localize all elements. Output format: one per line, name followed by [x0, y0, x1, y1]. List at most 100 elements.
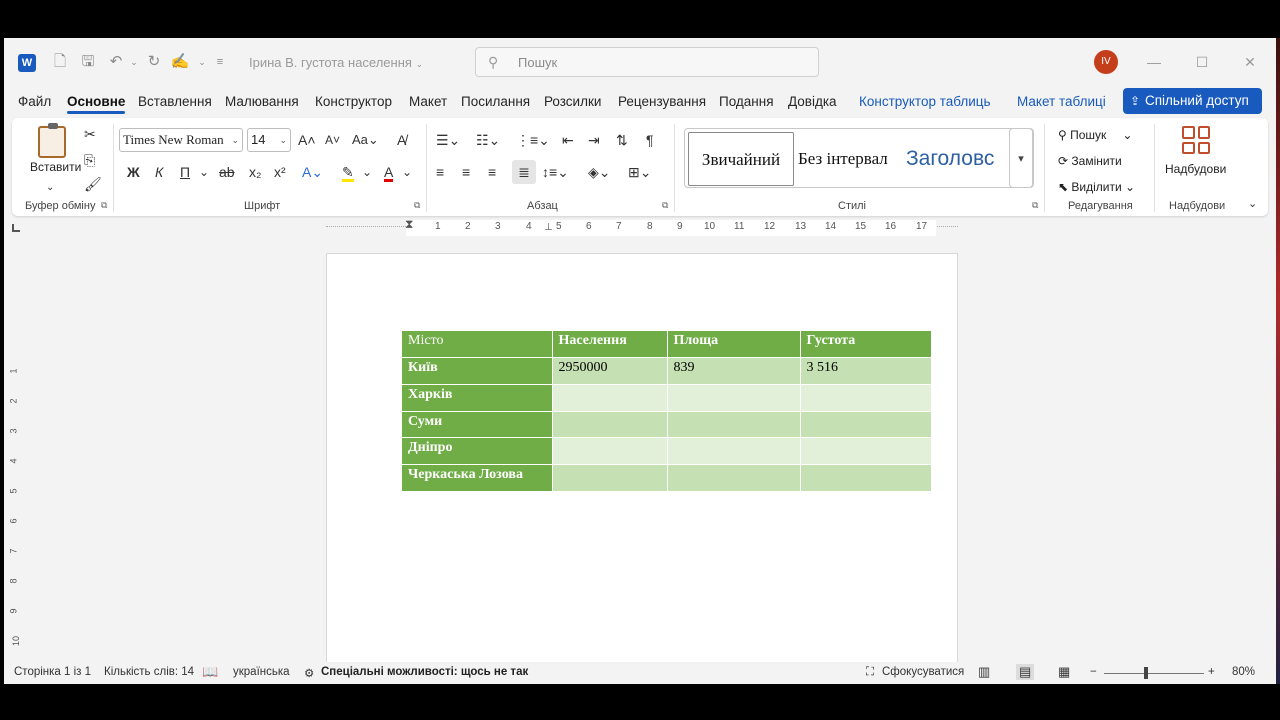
- shading-icon[interactable]: ◈⌄: [588, 162, 611, 182]
- select-button[interactable]: ⬉ Виділити ⌄: [1058, 180, 1135, 194]
- table-row-header[interactable]: Черкаська Лозова: [402, 464, 553, 492]
- document-title[interactable]: Ірина В. густота населення ⌄: [249, 55, 423, 70]
- styles-more-icon[interactable]: ▾: [1009, 128, 1033, 188]
- zoom-in-icon[interactable]: +: [1208, 666, 1215, 678]
- replace-button[interactable]: ⟳ Замінити: [1058, 154, 1122, 168]
- change-case-icon[interactable]: Aa⌄: [352, 130, 379, 150]
- bullets-icon[interactable]: ☰⌄: [436, 130, 460, 150]
- strikethrough-icon[interactable]: ab: [219, 162, 235, 182]
- indent-marker-icon[interactable]: ⧗: [405, 217, 413, 232]
- zoom-slider[interactable]: [1104, 673, 1204, 674]
- table-cell[interactable]: [552, 464, 668, 492]
- superscript-icon[interactable]: x²: [274, 162, 286, 182]
- style-heading[interactable]: Заголовс: [906, 132, 1010, 186]
- tab-table-layout[interactable]: Макет таблиці: [1017, 94, 1106, 109]
- multilevel-list-icon[interactable]: ⋮≡⌄: [516, 130, 550, 150]
- style-normal[interactable]: Звичайний: [688, 132, 794, 186]
- minimize-icon[interactable]: —: [1144, 52, 1164, 72]
- read-mode-icon[interactable]: ▥: [978, 664, 990, 680]
- shrink-font-icon[interactable]: A˅: [325, 130, 340, 150]
- align-left-icon[interactable]: ≡: [436, 162, 444, 182]
- bold-button[interactable]: Ж: [127, 162, 140, 182]
- borders-icon[interactable]: ⊞⌄: [628, 162, 651, 182]
- style-no-spacing[interactable]: Без інтервал: [798, 132, 902, 186]
- table-header-cell[interactable]: Населення: [552, 331, 668, 359]
- font-name-select[interactable]: Times New Roman ⌄: [119, 128, 243, 152]
- highlight-dropdown-icon[interactable]: ⌄: [362, 162, 372, 182]
- accessibility-status[interactable]: Спеціальні можливості: щось не так: [321, 666, 528, 678]
- table-cell[interactable]: [552, 384, 668, 412]
- editor-dropdown-icon[interactable]: ⌄: [192, 52, 212, 72]
- table-cell[interactable]: [800, 384, 932, 412]
- tab-help[interactable]: Довідка: [788, 94, 837, 109]
- table-cell[interactable]: [667, 437, 801, 465]
- subscript-icon[interactable]: x₂: [249, 162, 261, 182]
- proofing-icon[interactable]: 📖: [202, 664, 218, 680]
- table-cell[interactable]: 839: [667, 357, 801, 385]
- paste-button-label[interactable]: Вставити: [30, 160, 81, 174]
- tab-view[interactable]: Подання: [719, 94, 774, 109]
- table-row-header[interactable]: Дніпро: [402, 437, 553, 465]
- show-marks-icon[interactable]: ¶: [646, 130, 654, 150]
- table-cell[interactable]: 3 516: [800, 357, 932, 385]
- undo-icon[interactable]: ↶: [106, 52, 126, 72]
- font-color-icon[interactable]: A: [384, 162, 394, 182]
- justify-icon[interactable]: ≣: [512, 160, 536, 184]
- grow-font-icon[interactable]: A˄: [298, 130, 316, 150]
- collapse-ribbon-icon[interactable]: ⌄: [1248, 194, 1257, 214]
- addins-icon[interactable]: [1182, 126, 1210, 154]
- close-icon[interactable]: ✕: [1240, 52, 1260, 72]
- tab-table-design[interactable]: Конструктор таблиць: [859, 94, 991, 109]
- underline-button[interactable]: П: [180, 162, 190, 182]
- zoom-slider-thumb[interactable]: [1144, 667, 1148, 679]
- table-cell[interactable]: [552, 437, 668, 465]
- cut-icon[interactable]: ✂: [84, 124, 96, 144]
- sort-icon[interactable]: ⇅: [616, 130, 628, 150]
- table-cell[interactable]: [667, 464, 801, 492]
- table-row-header[interactable]: Суми: [402, 411, 553, 439]
- web-layout-icon[interactable]: ▦: [1058, 664, 1070, 680]
- format-painter-icon[interactable]: 🖌: [84, 174, 102, 194]
- save-icon[interactable]: 🖫: [78, 52, 98, 72]
- tab-draw[interactable]: Малювання: [225, 94, 299, 109]
- customize-toolbar-icon[interactable]: ≡: [210, 52, 230, 72]
- maximize-icon[interactable]: ☐: [1192, 52, 1212, 72]
- underline-dropdown-icon[interactable]: ⌄: [199, 162, 209, 182]
- table-cell[interactable]: 2950000: [552, 357, 668, 385]
- word-count[interactable]: Кількість слів: 14: [104, 666, 194, 678]
- tab-review[interactable]: Рецензування: [618, 94, 706, 109]
- tab-layout[interactable]: Макет: [409, 94, 447, 109]
- table-cell[interactable]: [667, 384, 801, 412]
- tab-selector-icon[interactable]: [12, 224, 20, 232]
- table-header-cell[interactable]: Площа: [667, 331, 801, 359]
- font-color-dropdown-icon[interactable]: ⌄: [402, 162, 412, 182]
- text-effects-icon[interactable]: A⌄: [302, 162, 323, 182]
- page-count[interactable]: Сторінка 1 із 1: [14, 666, 91, 678]
- search-box[interactable]: ⚲ Пошук: [475, 47, 819, 77]
- undo-dropdown-icon[interactable]: ⌄: [124, 52, 144, 72]
- font-launcher-icon[interactable]: ⧉: [414, 200, 420, 211]
- addins-button[interactable]: Надбудови: [1165, 162, 1226, 176]
- language-status[interactable]: українська: [233, 666, 290, 678]
- copy-icon[interactable]: ⎘: [84, 150, 95, 170]
- line-spacing-icon[interactable]: ↕≡⌄: [542, 162, 569, 182]
- editor-icon[interactable]: ✍: [170, 52, 190, 72]
- avatar[interactable]: IV: [1094, 50, 1118, 74]
- table-row-header[interactable]: Харків: [402, 384, 553, 412]
- table-header-cell[interactable]: Місто: [402, 331, 553, 359]
- table-cell[interactable]: [800, 437, 932, 465]
- font-size-select[interactable]: 14 ⌄: [247, 128, 291, 152]
- table-cell[interactable]: [800, 411, 932, 439]
- focus-button[interactable]: Сфокусуватися: [882, 666, 964, 678]
- zoom-out-icon[interactable]: −: [1090, 666, 1097, 678]
- clipboard-launcher-icon[interactable]: ⧉: [101, 200, 107, 211]
- table-row-header[interactable]: Київ: [402, 357, 553, 385]
- tab-mailings[interactable]: Розсилки: [544, 94, 601, 109]
- table-cell[interactable]: [667, 411, 801, 439]
- styles-launcher-icon[interactable]: ⧉: [1032, 200, 1038, 211]
- document-page[interactable]: Місто Населення Площа Густота Київ 29500…: [326, 253, 958, 673]
- tab-insert[interactable]: Вставлення: [138, 94, 212, 109]
- highlight-icon[interactable]: ✎: [342, 162, 354, 182]
- numbering-icon[interactable]: ☷⌄: [476, 130, 500, 150]
- paragraph-launcher-icon[interactable]: ⧉: [662, 200, 668, 211]
